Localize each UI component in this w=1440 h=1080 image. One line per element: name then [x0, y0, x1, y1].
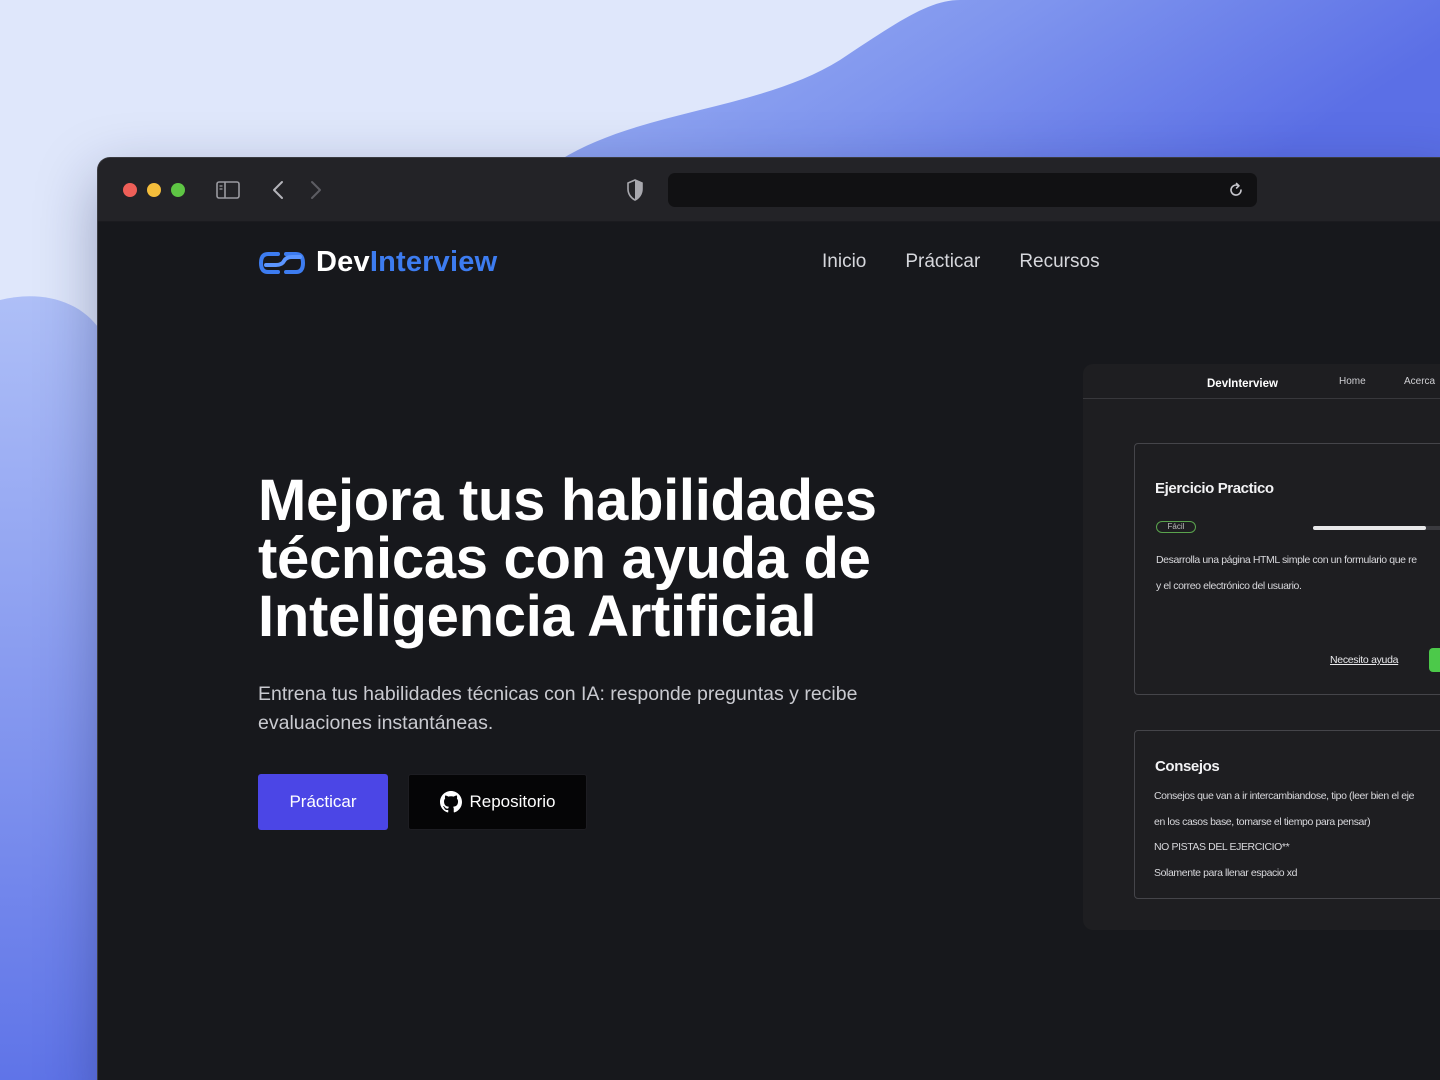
- hero-subtitle: Entrena tus habilidades técnicas con IA:…: [258, 683, 858, 734]
- repository-button[interactable]: Repositorio: [408, 774, 587, 830]
- reload-icon[interactable]: [1227, 181, 1245, 199]
- preview-tip-line: Solamente para llenar espacio xd: [1154, 867, 1298, 879]
- hero-section: Mejora tus habilidades técnicas con ayud…: [258, 472, 938, 830]
- preview-brand: DevInterview: [1207, 378, 1278, 390]
- sidebar-icon[interactable]: [215, 178, 241, 202]
- preview-navbar: DevInterview Home Acerca: [1083, 364, 1440, 399]
- github-icon: [439, 791, 462, 813]
- nav-link-inicio[interactable]: Inicio: [822, 251, 866, 273]
- preview-nav-home: Home: [1339, 376, 1366, 387]
- preview-progress-fill: [1313, 526, 1427, 530]
- preview-exercise-text: y el correo electrónico del usuario.: [1156, 580, 1302, 592]
- preview-tip-line: Consejos que van a ir intercambiandose, …: [1154, 790, 1415, 802]
- nav-link-recursos[interactable]: Recursos: [1019, 251, 1099, 273]
- app-preview: DevInterview Home Acerca Ejercicio Pract…: [1083, 364, 1440, 930]
- preview-progress-bar: [1313, 526, 1440, 530]
- preview-tips-title: Consejos: [1155, 758, 1220, 775]
- site-nav-links: Inicio Prácticar Recursos: [822, 251, 1100, 273]
- nav-link-practicar[interactable]: Prácticar: [905, 251, 980, 273]
- hero-buttons: Prácticar Repositorio: [258, 774, 938, 830]
- logo-mark-icon: [258, 251, 306, 274]
- hero-title: Mejora tus habilidades técnicas con ayud…: [258, 472, 938, 646]
- hero-title-line: Mejora tus habilidades: [258, 468, 877, 533]
- preview-exercise-text: Desarrolla una página HTML simple con un…: [1156, 554, 1417, 566]
- preview-submit-button: [1429, 648, 1440, 672]
- forward-icon[interactable]: [306, 178, 326, 202]
- preview-exercise-title: Ejercicio Practico: [1155, 480, 1274, 497]
- preview-nav-acerca: Acerca: [1404, 376, 1436, 387]
- hero-title-line: Inteligencia Artificial: [258, 584, 817, 649]
- page-content: DevInterview Inicio Prácticar Recursos M…: [98, 222, 1440, 1080]
- hero-title-line: técnicas con ayuda de: [258, 526, 871, 591]
- browser-window: DevInterview Inicio Prácticar Recursos M…: [98, 158, 1440, 1080]
- preview-tips-card: Consejos Consejos que van a ir intercamb…: [1134, 730, 1440, 899]
- back-icon[interactable]: [268, 178, 288, 202]
- close-window-button[interactable]: [123, 183, 137, 197]
- shield-icon[interactable]: [624, 178, 646, 202]
- logo-text-dev: Dev: [316, 246, 370, 278]
- preview-help-link: Necesito ayuda: [1330, 654, 1399, 666]
- practice-button[interactable]: Prácticar: [258, 774, 388, 830]
- logo-text-interview: Interview: [369, 246, 498, 278]
- site-navbar: DevInterview Inicio Prácticar Recursos: [258, 242, 1440, 282]
- address-bar[interactable]: [668, 173, 1257, 207]
- preview-difficulty-badge: Fácil: [1156, 521, 1196, 533]
- preview-tip-line: NO PISTAS DEL EJERCICIO**: [1154, 841, 1290, 853]
- preview-exercise-card: Ejercicio Practico Fácil Desarrolla una …: [1134, 443, 1440, 695]
- preview-tip-line: en los casos base, tomarse el tiempo par…: [1154, 816, 1371, 828]
- maximize-window-button[interactable]: [171, 183, 185, 197]
- minimize-window-button[interactable]: [147, 183, 161, 197]
- site-logo[interactable]: DevInterview: [258, 246, 497, 279]
- repository-button-label: Repositorio: [469, 792, 556, 811]
- browser-titlebar: [98, 158, 1440, 222]
